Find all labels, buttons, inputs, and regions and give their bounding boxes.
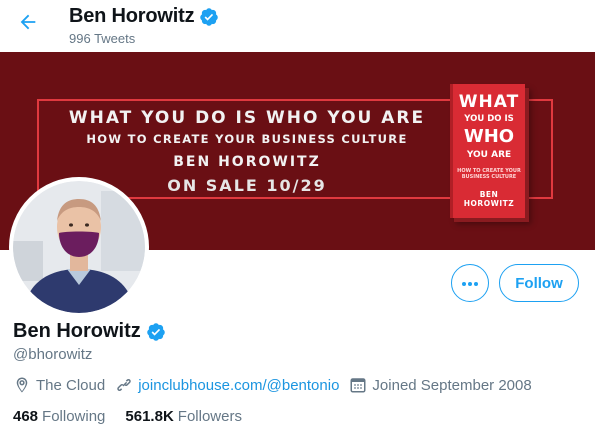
arrow-left-icon (17, 11, 39, 38)
location-text: The Cloud (36, 376, 106, 394)
followers-count: 561.8K (125, 408, 174, 425)
joined-text: Joined September 2008 (372, 376, 532, 394)
book-cover-line: WHAT (458, 92, 520, 112)
followers-link[interactable]: 561.8K Followers (125, 408, 242, 425)
avatar-photo (13, 181, 145, 313)
follow-button[interactable]: Follow (499, 264, 579, 302)
profile-display-name: Ben Horowitz (13, 320, 141, 342)
book-cover-author: BEN HOROWITZ (463, 190, 515, 208)
book-cover-line: YOU ARE (466, 150, 512, 160)
profile-website: joinclubhouse.com/@bentonio (115, 376, 339, 394)
more-options-button[interactable] (451, 264, 489, 302)
header-name: Ben Horowitz (69, 5, 195, 27)
profile-header-bar: Ben Horowitz 996 Tweets (0, 0, 595, 52)
verified-badge-icon (146, 322, 166, 342)
profile-stats: 468 Following 561.8K Followers (13, 408, 262, 425)
following-link[interactable]: 468 Following (13, 408, 105, 425)
book-cover-line: YOU DO IS (464, 114, 514, 124)
book-cover: WHAT YOU DO IS WHO YOU ARE HOW TO CREATE… (450, 84, 525, 218)
banner-author: BEN HOROWITZ (173, 154, 321, 170)
book-cover-line: WHO (463, 126, 515, 147)
book-cover-subtitle: HOW TO CREATE YOUR BUSINESS CULTURE (457, 168, 521, 180)
location-pin-icon (13, 376, 31, 394)
profile-handle: @bhorowitz (13, 346, 93, 363)
profile-name: Ben Horowitz (13, 320, 166, 343)
banner-subtitle: HOW TO CREATE YOUR BUSINESS CULTURE (86, 132, 408, 146)
profile-meta: The Cloud joinclubhouse.com/@bentonio Jo… (13, 376, 542, 394)
calendar-icon (349, 376, 367, 394)
following-count: 468 (13, 408, 39, 425)
profile-location: The Cloud (13, 376, 105, 394)
link-icon (115, 376, 133, 394)
followers-label: Followers (177, 408, 242, 425)
banner-title: WHAT YOU DO IS WHO YOU ARE (68, 108, 426, 128)
header-title: Ben Horowitz (69, 5, 219, 28)
tweet-count: 996 Tweets (69, 31, 136, 46)
verified-badge-icon (199, 7, 219, 27)
website-link[interactable]: joinclubhouse.com/@bentonio (138, 377, 339, 394)
back-button[interactable] (12, 8, 44, 40)
profile-joined: Joined September 2008 (349, 376, 532, 394)
profile-avatar[interactable] (9, 177, 149, 317)
following-label: Following (42, 408, 106, 425)
more-dots-icon (461, 274, 479, 292)
